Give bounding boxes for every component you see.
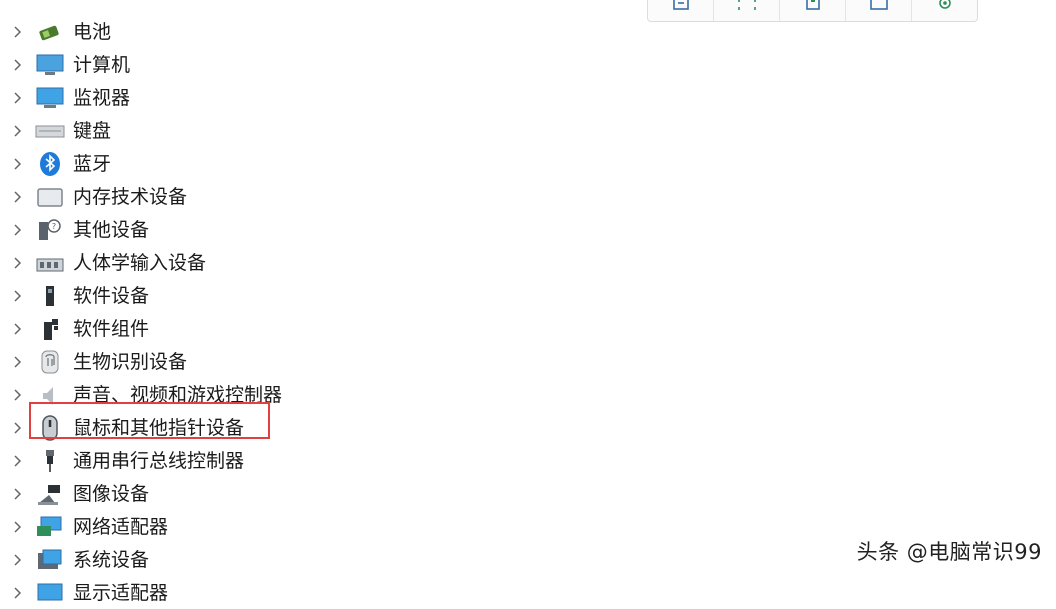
tree-item-label: 其他设备 xyxy=(73,219,150,241)
display-icon xyxy=(869,0,888,10)
tree-item-hid[interactable]: 人体学输入设备 xyxy=(0,246,700,279)
system-device-icon xyxy=(38,549,62,569)
tree-item-bluetooth[interactable]: 蓝牙 xyxy=(0,147,700,180)
tree-item-label: 电池 xyxy=(73,21,112,43)
tree-item-memory-technology[interactable]: 内存技术设备 xyxy=(0,180,700,213)
network-adapter-icon xyxy=(37,516,62,536)
battery-icon xyxy=(39,25,59,41)
bluetooth-icon xyxy=(40,152,60,176)
tree-item-label: 软件设备 xyxy=(73,285,150,307)
other-device-icon: ? xyxy=(39,219,61,240)
tree-item-computer[interactable]: 计算机 xyxy=(0,48,700,81)
watermark: 头条 @电脑常识99 xyxy=(856,540,1042,564)
chevron-right-icon[interactable] xyxy=(11,190,25,204)
tree-item-label: 网络适配器 xyxy=(73,516,169,538)
monitor-icon xyxy=(36,87,64,108)
fingerprint-icon xyxy=(41,350,59,374)
software-component-icon xyxy=(44,319,58,340)
tree-item-label: 人体学输入设备 xyxy=(73,252,207,274)
scan-icon xyxy=(737,0,756,10)
tree-item-label: 监视器 xyxy=(73,87,131,109)
tree-item-battery[interactable]: 电池 xyxy=(0,15,700,48)
chevron-right-icon[interactable] xyxy=(11,25,25,39)
chevron-right-icon[interactable] xyxy=(11,223,25,237)
chevron-right-icon[interactable] xyxy=(11,124,25,138)
display-button[interactable] xyxy=(846,0,912,21)
computer-icon xyxy=(36,54,64,75)
keyboard-icon xyxy=(35,125,65,138)
scan-button[interactable] xyxy=(714,0,780,21)
hid-icon xyxy=(36,258,64,272)
camera-icon xyxy=(38,485,60,505)
update-driver-button[interactable] xyxy=(780,0,846,21)
update-driver-icon xyxy=(805,0,820,10)
tree-item-keyboard[interactable]: 键盘 xyxy=(0,114,700,147)
highlight-box xyxy=(29,402,270,439)
tree-item-software-devices[interactable]: 软件设备 xyxy=(0,279,700,312)
svg-text:?: ? xyxy=(52,222,56,231)
chevron-right-icon[interactable] xyxy=(11,355,25,369)
tree-item-other-devices[interactable]: ? 其他设备 xyxy=(0,213,700,246)
chevron-right-icon[interactable] xyxy=(11,91,25,105)
tree-item-label: 系统设备 xyxy=(73,549,150,571)
chevron-right-icon[interactable] xyxy=(11,586,25,600)
chevron-right-icon[interactable] xyxy=(11,157,25,171)
tree-item-software-components[interactable]: 软件组件 xyxy=(0,312,700,345)
tree-item-display-adapters[interactable]: 显示适配器 xyxy=(0,576,700,609)
tree-item-label: 通用串行总线控制器 xyxy=(73,450,245,472)
settings-button[interactable] xyxy=(912,0,977,21)
chevron-right-icon[interactable] xyxy=(11,289,25,303)
tree-item-label: 计算机 xyxy=(73,54,131,76)
tree-item-label: 蓝牙 xyxy=(73,153,112,175)
chevron-right-icon[interactable] xyxy=(11,388,25,402)
tree-item-label: 键盘 xyxy=(73,120,112,142)
settings-icon xyxy=(938,0,951,9)
tree-item-label: 图像设备 xyxy=(73,483,150,505)
chevron-right-icon[interactable] xyxy=(11,421,25,435)
chevron-right-icon[interactable] xyxy=(11,487,25,501)
tree-item-biometric[interactable]: 生物识别设备 xyxy=(0,345,700,378)
chevron-right-icon[interactable] xyxy=(11,58,25,72)
tree-item-usb[interactable]: 通用串行总线控制器 xyxy=(0,444,700,477)
tree-item-network-adapters[interactable]: 网络适配器 xyxy=(0,510,700,543)
chevron-right-icon[interactable] xyxy=(11,553,25,567)
chevron-right-icon[interactable] xyxy=(11,256,25,270)
tree-item-system-devices[interactable]: 系统设备 xyxy=(0,543,700,576)
properties-icon xyxy=(672,0,689,10)
chevron-right-icon[interactable] xyxy=(11,322,25,336)
tree-item-label: 生物识别设备 xyxy=(73,351,188,373)
tree-item-label: 显示适配器 xyxy=(73,582,169,604)
chevron-right-icon[interactable] xyxy=(11,520,25,534)
chevron-right-icon[interactable] xyxy=(11,454,25,468)
display-adapter-icon xyxy=(37,583,63,601)
memory-device-icon xyxy=(37,188,63,207)
tree-item-label: 软件组件 xyxy=(73,318,150,340)
tree-item-monitor[interactable]: 监视器 xyxy=(0,81,700,114)
tree-item-imaging[interactable]: 图像设备 xyxy=(0,477,700,510)
software-device-icon xyxy=(46,286,54,306)
usb-icon xyxy=(46,450,54,472)
tree-item-label: 内存技术设备 xyxy=(73,186,188,208)
